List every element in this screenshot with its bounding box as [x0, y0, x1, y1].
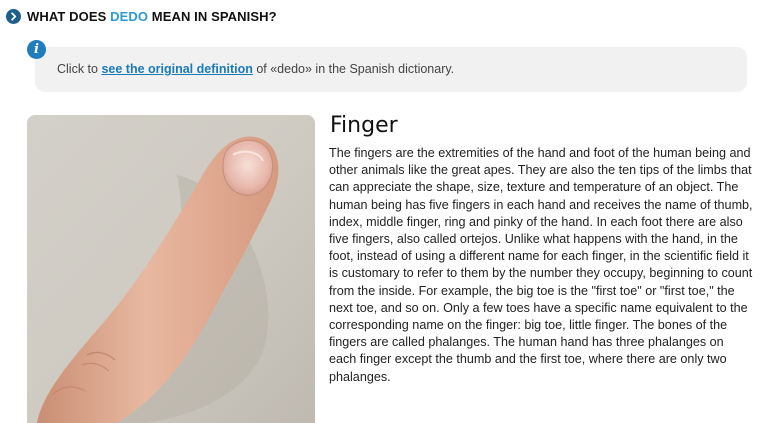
section-title-suffix: MEAN IN SPANISH?: [148, 8, 277, 24]
original-definition-link[interactable]: see the original definition: [101, 62, 252, 76]
definition-body: The fingers are the extremities of the h…: [329, 146, 753, 384]
section-title: WHAT DOES DEDO MEAN IN SPANISH?: [27, 9, 277, 24]
definition-title: Finger: [330, 113, 398, 138]
page: WHAT DOES DEDO MEAN IN SPANISH? Click to…: [0, 0, 768, 423]
info-text: Click to see the original definition of …: [57, 62, 454, 76]
info-box: Click to see the original definition of …: [35, 47, 747, 92]
info-text-after: of «dedo» in the Spanish dictionary.: [252, 62, 455, 76]
section-title-keyword: DEDO: [110, 8, 149, 24]
section-header: WHAT DOES DEDO MEAN IN SPANISH?: [6, 7, 277, 25]
info-text-before: Click to: [57, 62, 102, 76]
info-icon: i: [27, 40, 46, 59]
finger-photo: [27, 115, 315, 423]
chevron-right-icon: [6, 8, 21, 24]
section-title-prefix: WHAT DOES: [27, 8, 111, 24]
